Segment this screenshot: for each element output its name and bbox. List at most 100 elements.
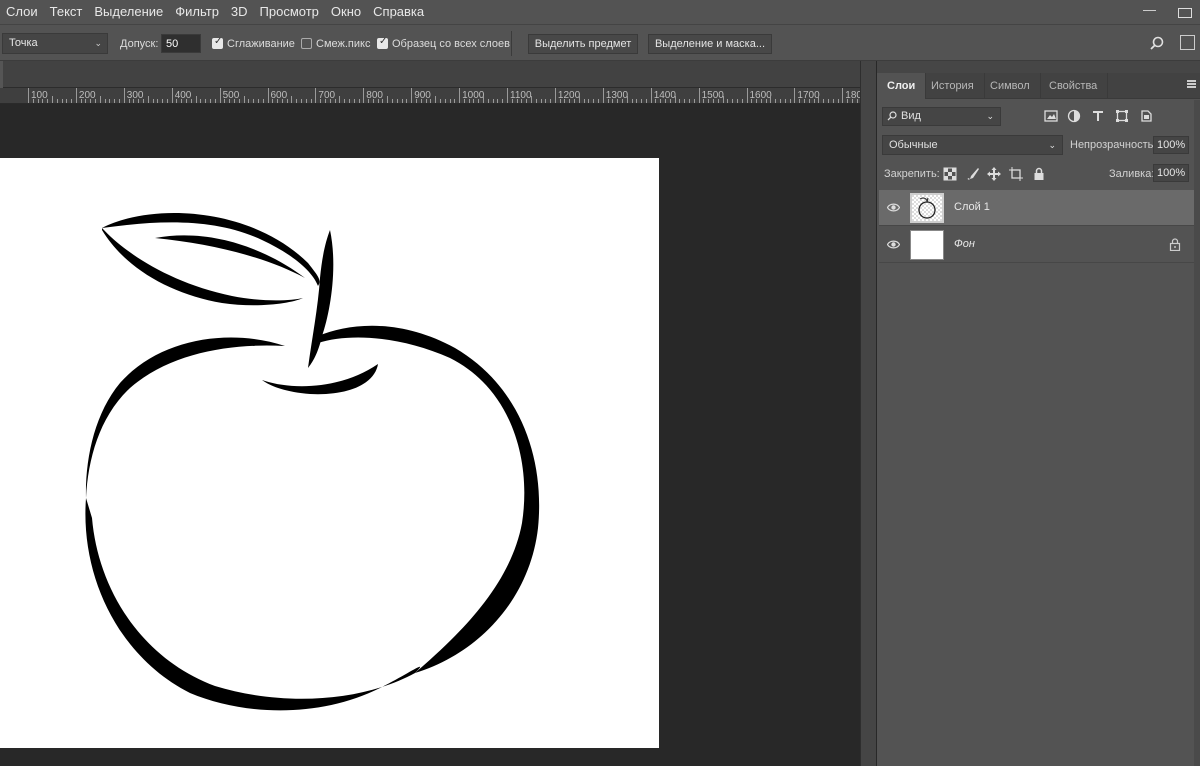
ruler-minor-tick	[61, 99, 63, 103]
ruler-minor-tick	[756, 99, 758, 103]
tab-character[interactable]: Символ	[980, 73, 1041, 99]
ruler-minor-tick	[286, 99, 288, 103]
search-icon[interactable]	[1150, 36, 1164, 50]
canvas-area[interactable]	[0, 104, 860, 766]
panel-collapse-bar[interactable]	[877, 61, 1200, 73]
ruler-minor-tick	[708, 99, 710, 103]
ruler-minor-tick	[272, 99, 274, 103]
menu-select[interactable]: Выделение	[88, 0, 169, 24]
lock-icon[interactable]	[1169, 238, 1181, 251]
ruler-minor-tick	[224, 99, 226, 103]
tab-history[interactable]: История	[921, 73, 985, 99]
blend-mode-select[interactable]: Обычные ⌄	[882, 135, 1063, 155]
panel-menu-icon[interactable]	[1187, 80, 1196, 88]
smart-object-filter-icon[interactable]	[1139, 109, 1153, 123]
tab-layers[interactable]: Слои	[877, 73, 927, 99]
menu-3d[interactable]: 3D	[225, 0, 254, 24]
fill-input[interactable]: 100%	[1153, 164, 1189, 182]
layer-thumbnail	[910, 193, 944, 223]
shape-filter-icon[interactable]	[1115, 109, 1129, 123]
opacity-input[interactable]: 100%	[1153, 136, 1189, 154]
ruler-minor-tick	[392, 99, 394, 103]
select-and-mask-button[interactable]: Выделение и маска...	[648, 34, 772, 54]
ruler-minor-tick	[760, 99, 762, 103]
layer-row-background[interactable]: Фон	[879, 227, 1194, 263]
eye-icon[interactable]	[887, 239, 900, 250]
tab-properties[interactable]: Свойства	[1039, 73, 1109, 99]
ruler-minor-tick	[353, 99, 355, 103]
ruler-minor-tick	[281, 99, 283, 103]
menu-view[interactable]: Просмотр	[254, 0, 325, 24]
ruler-minor-tick	[765, 99, 767, 103]
menu-filter[interactable]: Фильтр	[169, 0, 225, 24]
divider	[511, 31, 512, 56]
lock-transparent-pixels-icon[interactable]	[943, 167, 957, 181]
ruler-minor-tick	[856, 99, 858, 103]
layer-name: Слой 1	[954, 201, 990, 213]
ruler-minor-tick	[478, 99, 480, 103]
ruler-minor-tick	[631, 99, 633, 103]
ruler-minor-tick	[454, 99, 456, 103]
ruler-minor-tick	[684, 99, 686, 103]
ruler-minor-tick	[689, 99, 691, 103]
ruler-minor-tick	[210, 99, 212, 103]
menu-layers[interactable]: Слои	[0, 0, 44, 24]
lock-artboard-icon[interactable]	[1009, 167, 1023, 181]
document-tab[interactable]	[0, 61, 3, 88]
antialias-checkbox[interactable]	[212, 36, 223, 49]
ruler-minor-tick	[583, 99, 585, 103]
sample-all-layers-checkbox[interactable]	[377, 36, 388, 49]
ruler-major-tick	[123, 88, 125, 103]
image-filter-icon[interactable]	[1044, 109, 1058, 123]
ruler-major-tick	[842, 88, 844, 103]
ruler-major-tick	[267, 88, 269, 103]
ruler-minor-tick	[483, 96, 485, 103]
sample-size-select[interactable]: Точка ⌄	[2, 33, 108, 54]
eye-icon[interactable]	[887, 202, 900, 213]
ruler-minor-tick	[712, 99, 714, 103]
ruler-minor-tick	[545, 99, 547, 103]
ruler-major-tick	[28, 88, 29, 103]
tolerance-input[interactable]	[161, 34, 201, 53]
document-canvas[interactable]	[0, 158, 659, 748]
ruler-minor-tick	[382, 99, 384, 103]
ruler-minor-tick	[214, 99, 216, 103]
antialias-label: Сглаживание	[227, 38, 295, 50]
minimize-icon[interactable]: —	[1143, 2, 1156, 17]
type-filter-icon[interactable]	[1091, 109, 1105, 123]
ruler-minor-tick	[377, 99, 379, 103]
ruler-minor-tick	[181, 99, 183, 103]
ruler-minor-tick	[823, 99, 825, 103]
lock-image-pixels-icon[interactable]	[966, 167, 980, 181]
ruler-minor-tick	[415, 99, 417, 103]
ruler-minor-tick	[497, 99, 499, 103]
ruler-major-tick	[219, 88, 221, 103]
ruler-major-tick	[363, 88, 365, 103]
menu-window[interactable]: Окно	[325, 0, 367, 24]
menu-type[interactable]: Текст	[44, 0, 89, 24]
select-subject-button[interactable]: Выделить предмет	[528, 34, 638, 54]
contiguous-checkbox[interactable]	[301, 38, 312, 49]
vertical-scrollbar[interactable]	[860, 61, 876, 766]
ruler-minor-tick	[229, 99, 231, 103]
ruler-minor-tick	[669, 99, 671, 103]
layer-filter-select[interactable]: Вид ⌄	[882, 107, 1001, 126]
lock-all-icon[interactable]	[1032, 167, 1046, 181]
menu-help[interactable]: Справка	[367, 0, 430, 24]
lock-position-icon[interactable]	[987, 167, 1001, 181]
ruler-minor-tick	[128, 99, 130, 103]
panel-tabs: Слои История Символ Свойства	[877, 73, 1200, 99]
restore-window-icon[interactable]	[1178, 8, 1192, 18]
ruler-major-tick	[75, 88, 77, 103]
ruler-minor-tick	[660, 99, 662, 103]
ruler-minor-tick	[832, 99, 834, 103]
panel-scrollbar[interactable]	[1194, 100, 1200, 766]
ruler-minor-tick	[334, 99, 336, 103]
workspace-icon[interactable]	[1180, 35, 1195, 50]
adjustment-filter-icon[interactable]	[1067, 109, 1081, 123]
ruler-minor-tick	[176, 99, 178, 103]
ruler-minor-tick	[574, 99, 576, 103]
layer-row-layer1[interactable]: Слой 1	[879, 190, 1194, 226]
ruler-major-tick	[554, 88, 556, 103]
tolerance-label: Допуск:	[120, 38, 159, 50]
